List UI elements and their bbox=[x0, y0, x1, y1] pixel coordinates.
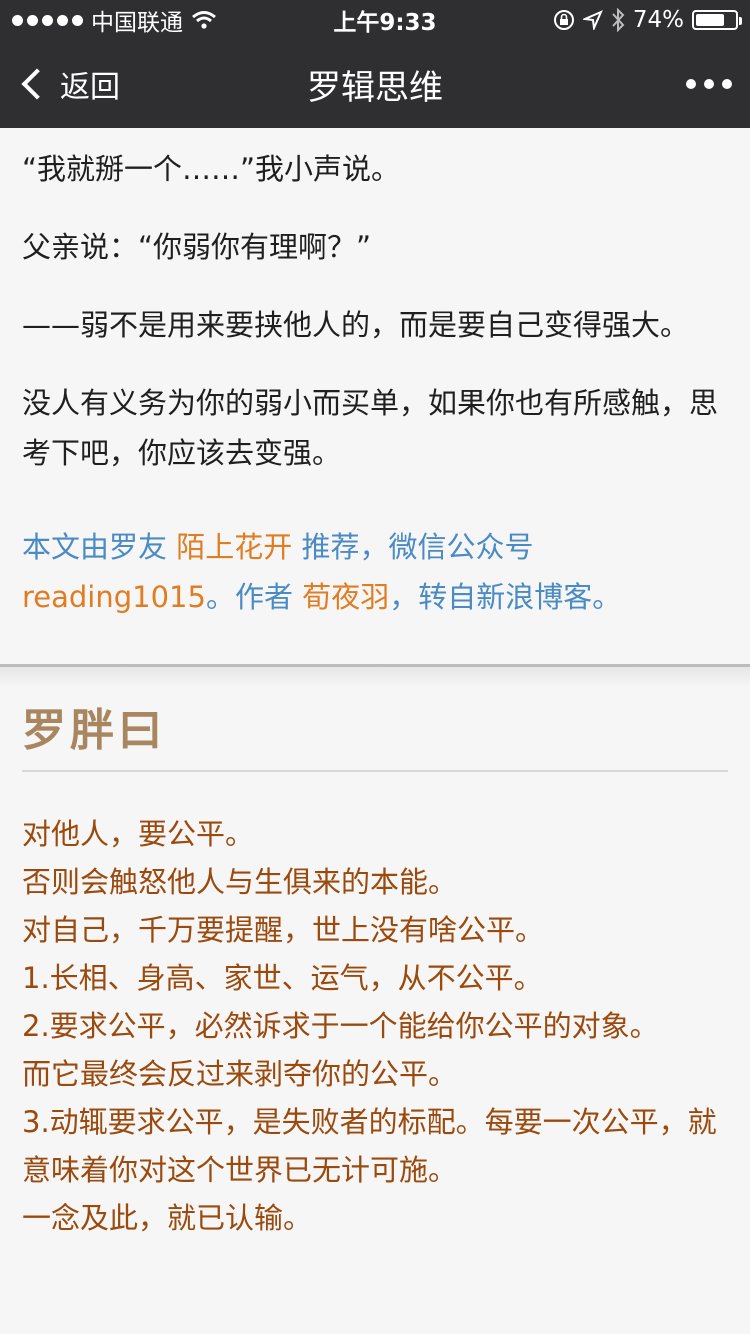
status-bar: 中国联通 上午9:33 74% bbox=[0, 0, 750, 40]
credit-text: 本文由罗友 bbox=[22, 530, 177, 564]
section-title: 罗胖曰 bbox=[22, 705, 166, 756]
account-handle: reading1015 bbox=[22, 580, 206, 614]
clock: 上午9:33 bbox=[333, 10, 437, 36]
quote-line: 对他人，要公平。 bbox=[22, 817, 255, 851]
credit-text: 推荐，微信公众号 bbox=[292, 530, 534, 564]
recommender-name: 陌上花开 bbox=[176, 530, 293, 564]
paragraph: ——弱不是用来要挟他人的，而是要自己变得强大。 bbox=[22, 308, 690, 342]
quote-line: 一念及此，就已认输。 bbox=[22, 1201, 313, 1235]
battery-percent: 74% bbox=[632, 7, 684, 33]
chevron-left-icon bbox=[21, 68, 53, 100]
quote-block: 对他人，要公平。 否则会触怒他人与生俱来的本能。 对自己，千万要提醒，世上没有啥… bbox=[22, 810, 728, 1242]
quote-line: 2.要求公平，必然诉求于一个能给你公平的对象。 bbox=[22, 1009, 659, 1043]
back-label: 返回 bbox=[60, 70, 120, 105]
more-dots-icon bbox=[686, 79, 696, 89]
carrier-label: 中国联通 bbox=[91, 10, 183, 36]
paragraph: 父亲说：“你弱你有理啊？” bbox=[22, 230, 372, 264]
article-body: “我就掰一个……”我小声说。 父亲说：“你弱你有理啊？” ——弱不是用来要挟他人… bbox=[0, 144, 750, 622]
section-divider bbox=[0, 664, 750, 690]
bluetooth-icon bbox=[612, 8, 625, 32]
battery-icon bbox=[692, 10, 742, 30]
paragraph: 没人有义务为你的弱小而买单，如果你也有所感触，思考下吧，你应该去变强。 bbox=[22, 386, 719, 470]
article-credit: 本文由罗友 陌上花开 推荐，微信公众号 reading1015。作者 荀夜羽，转自… bbox=[22, 522, 728, 622]
credit-text: ，转自新浪博客。 bbox=[389, 580, 622, 614]
signal-icon bbox=[12, 14, 83, 26]
wifi-icon bbox=[192, 11, 216, 29]
credit-text: 。作者 bbox=[205, 580, 303, 614]
quote-line: 对自己，千万要提醒，世上没有啥公平。 bbox=[22, 913, 545, 947]
quote-line: 否则会触怒他人与生俱来的本能。 bbox=[22, 865, 458, 899]
rotation-lock-icon bbox=[553, 10, 574, 30]
nav-bar: 返回 罗辑思维 bbox=[0, 40, 750, 128]
status-right: 74% bbox=[553, 7, 742, 33]
quote-line: 1.长相、身高、家世、运气，从不公平。 bbox=[22, 961, 543, 995]
title-rule bbox=[22, 770, 728, 772]
luopang-section: 罗胖曰 对他人，要公平。 否则会触怒他人与生俱来的本能。 对自己，千万要提醒，世… bbox=[0, 694, 750, 1242]
author-name: 荀夜羽 bbox=[302, 580, 390, 614]
location-arrow-icon bbox=[582, 10, 603, 30]
status-left: 中国联通 bbox=[12, 3, 217, 37]
quote-line: 而它最终会反过来剥夺你的公平。 bbox=[22, 1057, 458, 1091]
paragraph: “我就掰一个……”我小声说。 bbox=[22, 152, 401, 186]
quote-line: 3.动辄要求公平，是失败者的标配。每要一次公平，就意味着你对这个世界已无计可施。 bbox=[22, 1105, 717, 1187]
more-button[interactable] bbox=[686, 79, 732, 89]
back-button[interactable]: 返回 bbox=[18, 62, 120, 106]
